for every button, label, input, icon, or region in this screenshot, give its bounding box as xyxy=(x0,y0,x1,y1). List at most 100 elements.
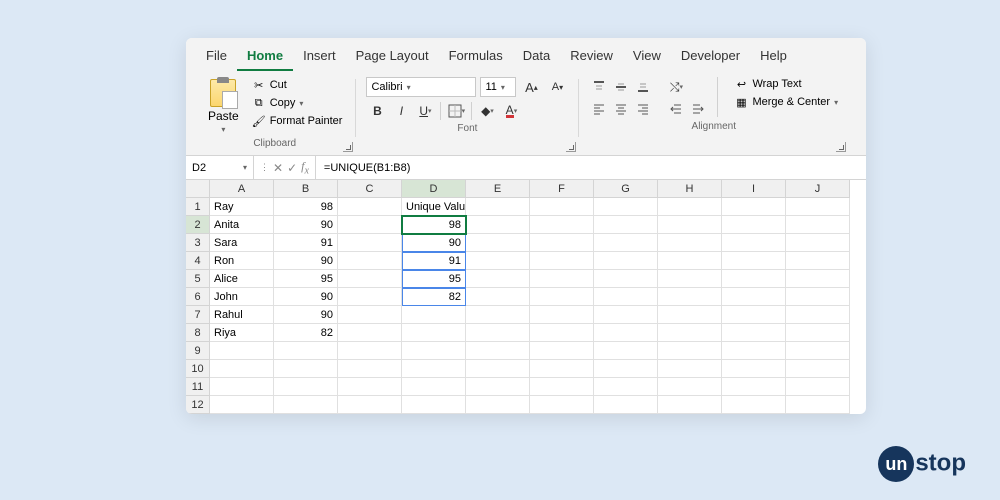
cell-E2[interactable] xyxy=(466,216,530,234)
cell-J8[interactable] xyxy=(786,324,850,342)
cell-D2[interactable]: 98 xyxy=(402,216,466,234)
cell-D8[interactable] xyxy=(402,324,466,342)
cell-B10[interactable] xyxy=(274,360,338,378)
row-header-2[interactable]: 2 xyxy=(186,216,210,234)
cell-B9[interactable] xyxy=(274,342,338,360)
cell-J10[interactable] xyxy=(786,360,850,378)
cell-F2[interactable] xyxy=(530,216,594,234)
cell-C8[interactable] xyxy=(338,324,402,342)
cell-J3[interactable] xyxy=(786,234,850,252)
row-header-3[interactable]: 3 xyxy=(186,234,210,252)
fx-icon[interactable]: fx xyxy=(301,159,309,176)
tab-view[interactable]: View xyxy=(623,44,671,71)
cell-D3[interactable]: 90 xyxy=(402,234,466,252)
row-header-9[interactable]: 9 xyxy=(186,342,210,360)
cell-C3[interactable] xyxy=(338,234,402,252)
cell-B1[interactable]: 98 xyxy=(274,198,338,216)
cell-J7[interactable] xyxy=(786,306,850,324)
grow-font-button[interactable]: A▴ xyxy=(520,77,542,97)
cell-A8[interactable]: Riya xyxy=(210,324,274,342)
cell-I6[interactable] xyxy=(722,288,786,306)
cell-G6[interactable] xyxy=(594,288,658,306)
format-painter-button[interactable]: 🖌 Format Painter xyxy=(249,113,346,129)
cell-F11[interactable] xyxy=(530,378,594,396)
cell-G8[interactable] xyxy=(594,324,658,342)
underline-button[interactable]: U▾ xyxy=(414,101,436,121)
tab-developer[interactable]: Developer xyxy=(671,44,750,71)
copy-button[interactable]: ⧉ Copy ▾ xyxy=(249,95,346,111)
cell-I9[interactable] xyxy=(722,342,786,360)
cell-F6[interactable] xyxy=(530,288,594,306)
cell-B7[interactable]: 90 xyxy=(274,306,338,324)
col-header-E[interactable]: E xyxy=(466,180,530,198)
cell-F12[interactable] xyxy=(530,396,594,414)
cell-C6[interactable] xyxy=(338,288,402,306)
cell-A2[interactable]: Anita xyxy=(210,216,274,234)
cell-F10[interactable] xyxy=(530,360,594,378)
bold-button[interactable]: B xyxy=(366,101,388,121)
tab-insert[interactable]: Insert xyxy=(293,44,346,71)
cell-C10[interactable] xyxy=(338,360,402,378)
cell-D11[interactable] xyxy=(402,378,466,396)
cut-button[interactable]: ✂ Cut xyxy=(249,77,346,93)
formula-input[interactable]: =UNIQUE(B1:B8) xyxy=(316,156,866,179)
cell-F1[interactable] xyxy=(530,198,594,216)
cell-B2[interactable]: 90 xyxy=(274,216,338,234)
cell-D5[interactable]: 95 xyxy=(402,270,466,288)
cell-A9[interactable] xyxy=(210,342,274,360)
cell-H4[interactable] xyxy=(658,252,722,270)
cell-E3[interactable] xyxy=(466,234,530,252)
cell-H8[interactable] xyxy=(658,324,722,342)
font-dialog-launcher[interactable] xyxy=(566,142,576,152)
cell-C2[interactable] xyxy=(338,216,402,234)
cell-F7[interactable] xyxy=(530,306,594,324)
cell-J11[interactable] xyxy=(786,378,850,396)
clipboard-dialog-launcher[interactable] xyxy=(343,142,353,152)
align-top-button[interactable] xyxy=(589,77,609,97)
italic-button[interactable]: I xyxy=(390,101,412,121)
cell-E11[interactable] xyxy=(466,378,530,396)
cell-H2[interactable] xyxy=(658,216,722,234)
row-header-12[interactable]: 12 xyxy=(186,396,210,414)
cell-J5[interactable] xyxy=(786,270,850,288)
cell-H5[interactable] xyxy=(658,270,722,288)
col-header-D[interactable]: D xyxy=(402,180,466,198)
cell-J12[interactable] xyxy=(786,396,850,414)
cell-E10[interactable] xyxy=(466,360,530,378)
cell-A6[interactable]: John xyxy=(210,288,274,306)
col-header-I[interactable]: I xyxy=(722,180,786,198)
cell-J1[interactable] xyxy=(786,198,850,216)
cell-F4[interactable] xyxy=(530,252,594,270)
cell-F8[interactable] xyxy=(530,324,594,342)
cell-G7[interactable] xyxy=(594,306,658,324)
name-box[interactable]: D2 ▾ xyxy=(186,156,254,179)
cell-A11[interactable] xyxy=(210,378,274,396)
cell-H3[interactable] xyxy=(658,234,722,252)
font-color-button[interactable]: A▾ xyxy=(500,101,522,121)
cell-D12[interactable] xyxy=(402,396,466,414)
cell-I2[interactable] xyxy=(722,216,786,234)
cell-I1[interactable] xyxy=(722,198,786,216)
cell-D1[interactable]: Unique Values xyxy=(402,198,466,216)
row-header-4[interactable]: 4 xyxy=(186,252,210,270)
tab-help[interactable]: Help xyxy=(750,44,797,71)
cell-A3[interactable]: Sara xyxy=(210,234,274,252)
cell-I8[interactable] xyxy=(722,324,786,342)
font-size-combo[interactable]: 11 ▾ xyxy=(480,77,516,97)
cell-A7[interactable]: Rahul xyxy=(210,306,274,324)
align-middle-button[interactable] xyxy=(611,77,631,97)
cell-G11[interactable] xyxy=(594,378,658,396)
cell-G5[interactable] xyxy=(594,270,658,288)
cell-E5[interactable] xyxy=(466,270,530,288)
cell-B8[interactable]: 82 xyxy=(274,324,338,342)
row-header-1[interactable]: 1 xyxy=(186,198,210,216)
col-header-C[interactable]: C xyxy=(338,180,402,198)
cell-D7[interactable] xyxy=(402,306,466,324)
cell-H1[interactable] xyxy=(658,198,722,216)
cell-D10[interactable] xyxy=(402,360,466,378)
cell-I10[interactable] xyxy=(722,360,786,378)
cell-A1[interactable]: Ray xyxy=(210,198,274,216)
cell-G12[interactable] xyxy=(594,396,658,414)
row-header-6[interactable]: 6 xyxy=(186,288,210,306)
cell-E6[interactable] xyxy=(466,288,530,306)
